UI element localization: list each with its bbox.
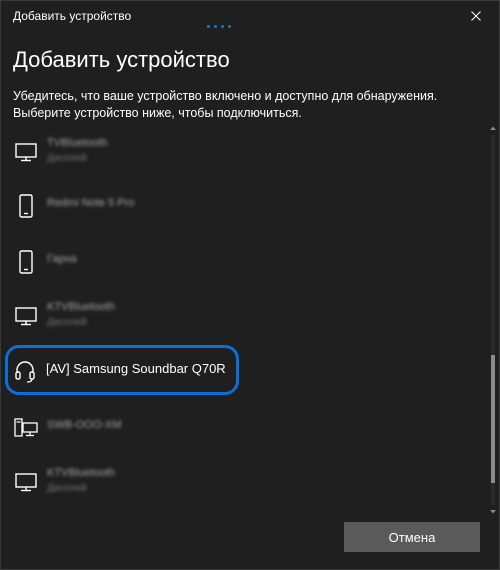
device-item[interactable]: TVBluetooth Дисплей <box>5 129 475 175</box>
window-title: Добавить устройство <box>13 9 132 23</box>
device-item[interactable]: KTVBluetooth Дисплей <box>5 293 475 339</box>
close-button[interactable] <box>453 1 499 31</box>
monitor-icon <box>15 307 37 326</box>
device-type: Дисплей <box>47 483 87 494</box>
instructions-text: Убедитесь, что ваше устройство включено … <box>13 88 473 122</box>
phone-icon <box>19 250 33 274</box>
device-name: KTVBluetooth <box>47 301 115 313</box>
title-bar: Добавить устройство <box>1 1 499 31</box>
monitor-icon <box>15 143 37 162</box>
searching-progress-indicator <box>207 25 231 28</box>
device-item-selected[interactable]: [AV] Samsung Soundbar Q70R <box>5 345 239 395</box>
device-name: TVBluetooth <box>47 137 108 149</box>
device-name: KTVBluetooth <box>47 467 115 479</box>
chevron-down-icon <box>490 510 496 514</box>
add-device-dialog: Добавить устройство Добавить устройство … <box>0 0 500 570</box>
device-name: Redmi Note 5 Pro <box>47 197 135 209</box>
headset-icon <box>15 361 35 383</box>
scrollbar[interactable] <box>489 123 497 517</box>
computer-icon <box>14 418 38 437</box>
device-list: TVBluetooth Дисплей Redmi Note 5 Pro Гар… <box>1 123 487 523</box>
cancel-button[interactable]: Отмена <box>344 522 480 552</box>
device-name: [AV] Samsung Soundbar Q70R <box>46 361 226 376</box>
chevron-up-icon <box>490 126 496 130</box>
page-title: Добавить устройство <box>13 47 230 72</box>
phone-icon <box>19 194 33 218</box>
close-icon <box>471 11 481 21</box>
device-type: Дисплей <box>47 153 87 164</box>
monitor-icon <box>15 473 37 492</box>
device-item[interactable]: KTVBluetooth Дисплей <box>5 459 475 505</box>
device-item[interactable]: Redmi Note 5 Pro <box>5 183 475 229</box>
scroll-down-button[interactable] <box>489 507 497 517</box>
device-item[interactable]: SWB-OOO-XM <box>5 405 475 451</box>
scroll-thumb[interactable] <box>491 355 495 483</box>
instructions-line-2: Выберите устройство ниже, чтобы подключи… <box>13 106 302 120</box>
scroll-up-button[interactable] <box>489 123 497 133</box>
device-name: Гарна <box>47 253 77 265</box>
device-name: SWB-OOO-XM <box>47 419 122 431</box>
device-item[interactable]: Гарна <box>5 239 475 285</box>
instructions-line-1: Убедитесь, что ваше устройство включено … <box>13 89 438 103</box>
device-type: Дисплей <box>47 317 87 328</box>
